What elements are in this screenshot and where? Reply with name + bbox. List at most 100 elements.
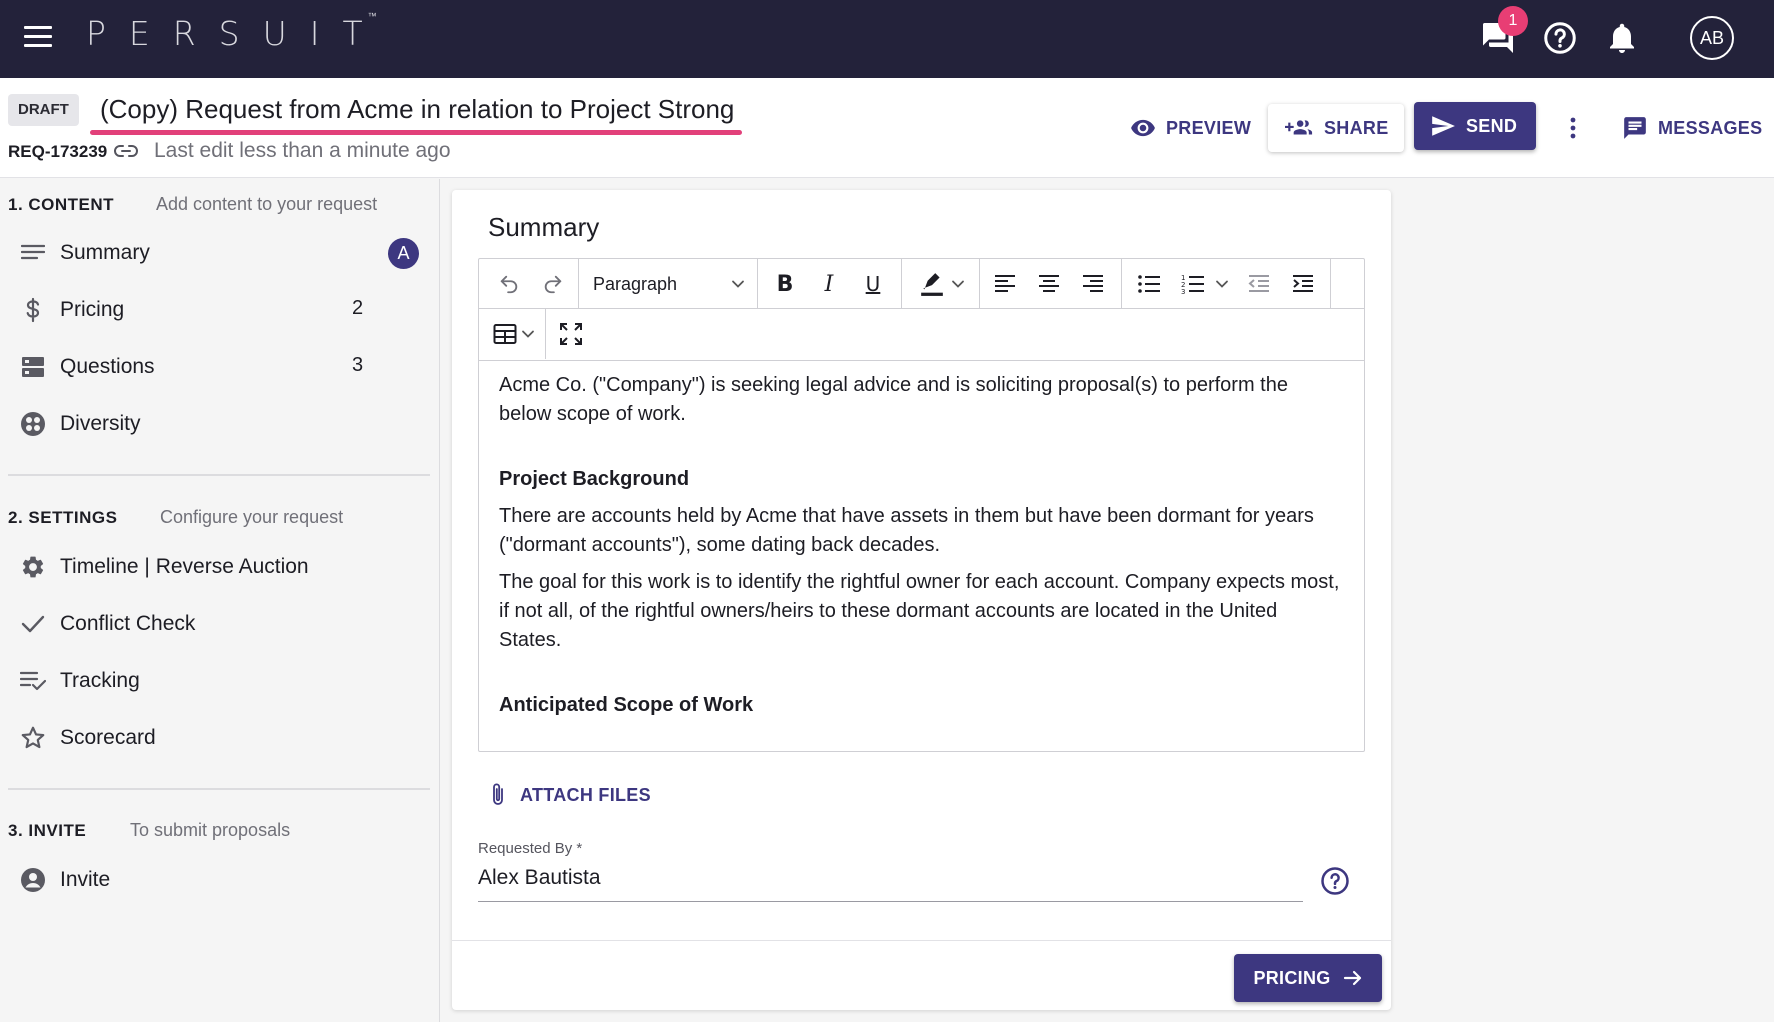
scope-heading: Anticipated Scope of Work (499, 694, 754, 716)
requested-by-label: Requested By * (478, 840, 583, 857)
assignee-avatar[interactable]: A (388, 238, 419, 269)
chat-badge: 1 (1498, 6, 1528, 36)
highlighter-icon (921, 273, 943, 296)
send-icon (1432, 116, 1455, 136)
fullscreen-icon[interactable] (551, 309, 591, 359)
section-subtitle-content: Add content to your request (156, 194, 378, 214)
sidebar-item-label: Pricing (60, 298, 125, 321)
send-button[interactable]: SEND (1414, 102, 1536, 150)
background-heading: Project Background (499, 468, 690, 490)
title-focus-underline (90, 130, 742, 135)
underline-button[interactable]: U (853, 259, 893, 309)
requested-by-field[interactable]: Alex Bautista (478, 866, 1303, 902)
toolbar-separator (1121, 259, 1122, 309)
section-divider (8, 788, 430, 790)
numbered-list-icon: 123 (1181, 274, 1204, 295)
gear-icon (20, 554, 46, 580)
card-footer-divider (452, 940, 1391, 941)
eye-icon (1131, 119, 1155, 137)
redo-icon[interactable] (531, 259, 575, 309)
sidebar-item-label: Invite (60, 868, 111, 891)
paperclip-icon (493, 783, 503, 805)
share-button[interactable]: SHARE (1268, 104, 1404, 152)
chevron-down-icon (522, 330, 534, 338)
sidebar-item-summary[interactable]: Summary (20, 231, 420, 275)
tracking-icon (20, 668, 46, 694)
menu-icon[interactable] (24, 26, 52, 48)
person-icon (20, 867, 46, 893)
numbered-list-button[interactable]: 123 (1173, 259, 1237, 309)
sidebar-item-label: Diversity (60, 412, 141, 435)
sidebar-item-tracking[interactable]: Tracking (20, 659, 420, 703)
star-icon (20, 725, 46, 751)
bold-button[interactable]: B (765, 259, 805, 309)
chevron-down-icon (952, 280, 964, 288)
request-title[interactable]: (Copy) Request from Acme in relation to … (100, 94, 734, 125)
add-group-icon (1285, 120, 1313, 135)
user-avatar[interactable]: AB (1690, 16, 1734, 60)
sidebar-item-label: Scorecard (60, 726, 156, 749)
more-options-icon[interactable] (1568, 104, 1588, 152)
questions-icon (20, 354, 46, 380)
sidebar-item-invite[interactable]: Invite (20, 858, 420, 902)
summary-card: Summary Paragraph B I U 1 2 3 Acme Co. (… (452, 190, 1391, 1010)
request-header: DRAFT (Copy) Request from Acme in relati… (0, 78, 1774, 178)
chevron-down-icon (732, 280, 744, 288)
toolbar-separator (545, 309, 546, 359)
sidebar-item-conflict-check[interactable]: Conflict Check (20, 602, 420, 646)
bell-icon[interactable] (1604, 20, 1640, 56)
top-app-bar: PERSUIT™ 1 AB (0, 0, 1774, 78)
link-icon[interactable] (114, 142, 138, 160)
align-center-icon[interactable] (1029, 259, 1069, 309)
rich-text-editor: Paragraph B I U 1 2 3 Acme Co. ("Company… (478, 258, 1365, 752)
toolbar-separator (1330, 259, 1331, 309)
toolbar-separator (979, 259, 980, 309)
block-format-select[interactable]: Paragraph (579, 259, 755, 309)
help-icon[interactable] (1320, 866, 1350, 901)
request-sidebar: 1. CONTENT Add content to your request S… (0, 179, 440, 1022)
sidebar-item-label: Questions (60, 355, 155, 378)
sidebar-item-label: Conflict Check (60, 612, 196, 635)
align-left-icon[interactable] (985, 259, 1025, 309)
background-paragraph-2: The goal for this work is to identify th… (499, 571, 1340, 651)
section-heading-content: 1. CONTENT (8, 195, 115, 214)
italic-button[interactable]: I (809, 259, 849, 309)
outdent-icon[interactable] (1239, 259, 1279, 309)
questions-count: 3 (352, 354, 364, 376)
intro-paragraph: Acme Co. ("Company") is seeking legal ad… (499, 374, 1288, 425)
next-pricing-button[interactable]: PRICING (1234, 954, 1382, 1002)
align-right-icon[interactable] (1073, 259, 1113, 309)
sidebar-item-timeline[interactable]: Timeline | Reverse Auction (20, 545, 420, 589)
sidebar-item-scorecard[interactable]: Scorecard (20, 716, 420, 760)
bullet-list-icon[interactable] (1129, 259, 1169, 309)
svg-text:3: 3 (1181, 288, 1185, 295)
sidebar-item-label: Tracking (60, 669, 140, 692)
diversity-icon (20, 411, 46, 437)
section-subtitle-invite: To submit proposals (130, 820, 291, 840)
messages-button[interactable]: MESSAGES (1622, 104, 1762, 152)
table-button[interactable] (487, 309, 541, 359)
indent-icon[interactable] (1283, 259, 1323, 309)
undo-icon[interactable] (487, 259, 531, 309)
toolbar-separator (757, 259, 758, 309)
attach-files-button[interactable]: ATTACH FILES (490, 782, 651, 808)
background-paragraph-1: There are accounts held by Acme that hav… (499, 505, 1314, 556)
chevron-down-icon (1216, 280, 1228, 288)
highlight-color-button[interactable] (909, 259, 975, 309)
editor-toolbar-row-2 (479, 309, 1364, 361)
sidebar-item-diversity[interactable]: Diversity (20, 402, 420, 446)
dollar-icon (20, 297, 46, 323)
request-id: REQ-173239 (8, 142, 108, 161)
section-divider (8, 474, 430, 476)
arrow-right-icon (1343, 970, 1361, 986)
editor-toolbar: Paragraph B I U 1 2 3 (479, 259, 1364, 309)
pricing-count: 2 (352, 297, 364, 319)
last-edit-text: Last edit less than a minute ago (154, 139, 451, 162)
message-icon (1624, 117, 1646, 139)
help-icon[interactable] (1542, 20, 1578, 56)
editor-content[interactable]: Acme Co. ("Company") is seeking legal ad… (499, 371, 1344, 741)
section-subtitle-settings: Configure your request (160, 507, 344, 527)
section-heading-invite: 3. INVITE (8, 821, 87, 840)
preview-button[interactable]: PREVIEW (1130, 104, 1251, 152)
persuit-logo[interactable]: PERSUIT™ (86, 12, 395, 53)
